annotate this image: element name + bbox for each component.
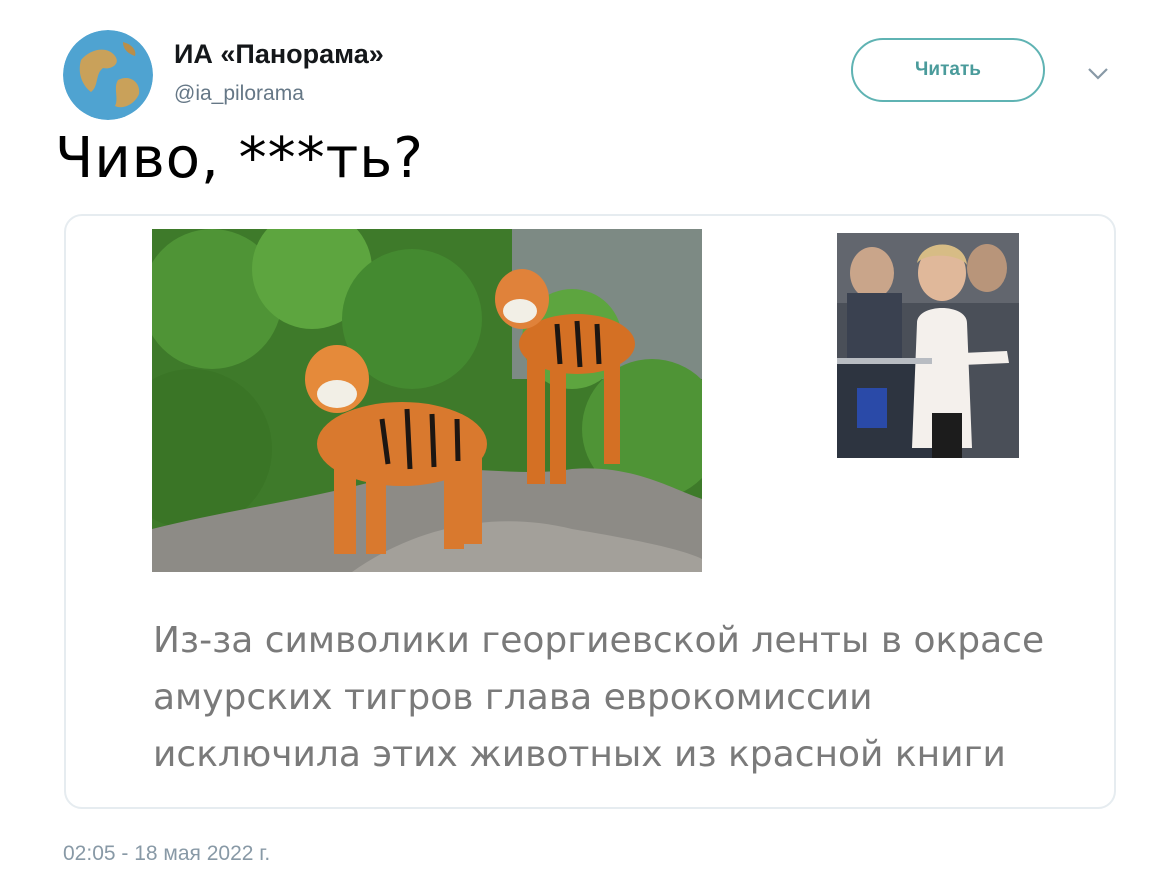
caption-line: Из-за символики георгиевской ленты в окр… [153,620,1045,661]
timestamp[interactable]: 02:05 - 18 мая 2022 г. [63,842,270,866]
follow-button-label: Читать [915,59,981,80]
card-caption: Из-за символики георгиевской ленты в окр… [153,612,1103,783]
globe-icon [63,30,153,120]
chevron-down-icon[interactable] [1086,66,1110,82]
author-name[interactable]: ИА «Панорама» [174,39,384,70]
tigers-image [152,229,702,572]
person-image [837,233,1019,458]
avatar[interactable] [63,30,153,120]
caption-line: исключила этих животных из красной книги [153,734,1006,775]
follow-button[interactable]: Читать [851,38,1045,102]
tweet-text: Чиво, ***ть? [55,126,424,191]
caption-line: амурских тигров глава еврокомиссии [153,677,873,718]
author-handle[interactable]: @ia_pilorama [174,82,304,106]
